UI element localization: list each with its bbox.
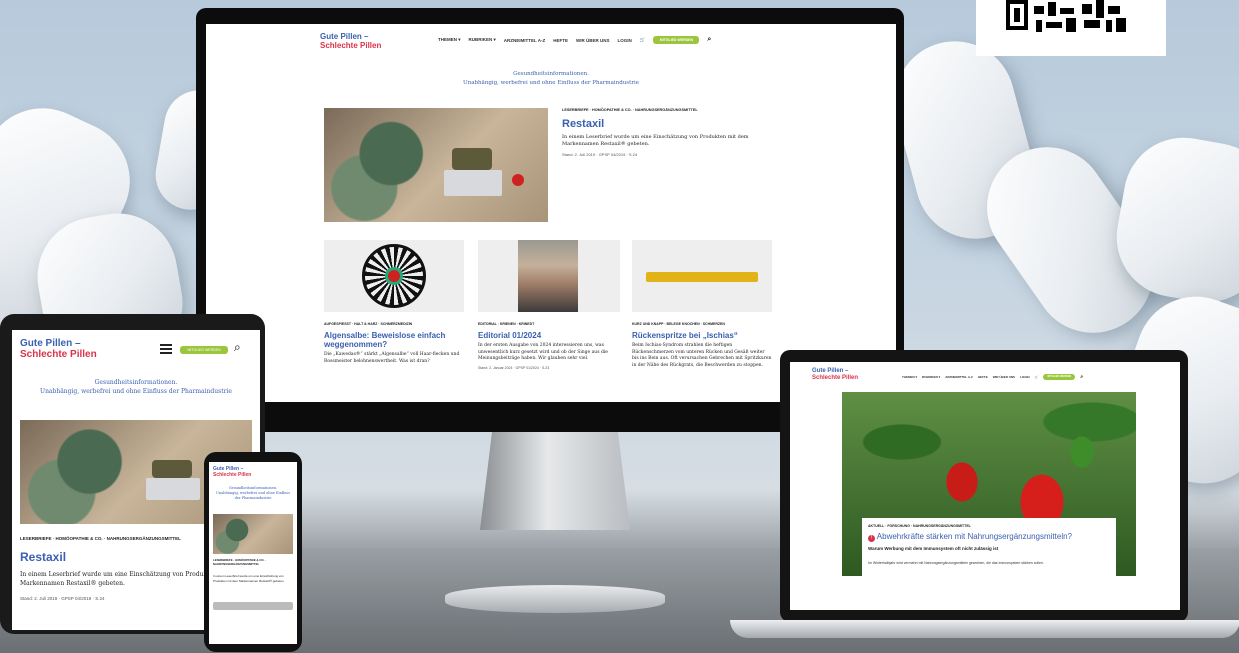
phone-screen: Gute Pillen – Schlechte Pillen Gesundhei… [209, 462, 297, 644]
laptop-nav-rubriken[interactable]: RUBRIKEN ▾ [922, 375, 940, 379]
nav-item-arzneimittel[interactable]: ARZNEIMITTEL A-Z [504, 38, 546, 43]
card-pencil[interactable]: KURZ UND KNAPP · BELEGE KNOCHEN · SCHMER… [632, 240, 772, 400]
card-2-tag: EDITORIAL · KRIENEN · KRINEDT [478, 322, 535, 326]
alert-icon: ! [868, 535, 875, 542]
card-2-title[interactable]: Editorial 01/2024 [478, 331, 620, 340]
laptop-base [730, 620, 1239, 638]
pencil-image [632, 240, 772, 312]
card-2-meta: Stand: 2. Januar 2024 · GPSP 01/2024 · S… [478, 365, 550, 370]
monitor-neck [480, 432, 630, 530]
tablet-hands-in-photo [152, 460, 192, 478]
tablet-slogan-line-2: Unabhängig, werbefrei und ohne Einfluss … [40, 388, 232, 395]
laptop-screen: Gute Pillen – Schlechte Pillen THEMEN ▾ … [790, 362, 1180, 610]
phone-logo-line-2: Schlechte Pillen [213, 472, 252, 478]
laptop-logo[interactable]: Gute Pillen – Schlechte Pillen [812, 368, 858, 382]
slogan-line-1: Gesundheitsinformationen. [513, 71, 589, 77]
qr-code-icon [1006, 0, 1126, 32]
card-dartboard[interactable]: AUFGESPIESST · HALT & HARZ · SCHMERZMEDI… [324, 240, 464, 400]
tablet-slogan-line-1: Gesundheitsinformationen. [94, 379, 178, 386]
hands-in-photo [452, 148, 492, 170]
main-nav: THEMEN ▾ RUBRIKEN ▾ ARZNEIMITTEL A-Z HEF… [438, 36, 711, 44]
card-1-title[interactable]: Algensalbe: Beweislose einfach weggenomm… [324, 331, 464, 349]
tablet-meta: Stand: 2. Juli 2019 · GPSP 04/2019 · S.2… [20, 596, 105, 601]
laptop-search-icon[interactable]: ⌕ [1080, 374, 1083, 380]
tablet-search-icon[interactable]: ⌕ [234, 340, 241, 355]
slogan: Gesundheitsinformationen. Unabhängig, we… [346, 70, 756, 88]
card-3-tag: KURZ UND KNAPP · BELEGE KNOCHEN · SCHMER… [632, 322, 725, 326]
dartboard-icon [362, 244, 426, 308]
hamburger-icon[interactable] [160, 344, 172, 354]
featured-title[interactable]: Restaxil [562, 118, 772, 130]
nav-item-themen[interactable]: THEMEN ▾ [438, 37, 461, 43]
portrait-image [478, 240, 620, 312]
phone-tag: LESERBRIEFE · HOMÖOPATHIE & CO. · NAHRUN… [213, 558, 267, 566]
laptop-nav-themen[interactable]: THEMEN ▾ [902, 375, 917, 379]
nav-item-login[interactable]: LOGIN [618, 38, 632, 43]
laptop-tag: AKTUELL · FORSCHUNG · NAHRUNGSERGÄNZUNGS… [868, 524, 971, 528]
laptop-nav-wir[interactable]: WIR ÜBER UNS [993, 375, 1015, 379]
tablet-logo-line-2: Schlechte Pillen [20, 349, 97, 360]
logo-line-2: Schlechte Pillen [320, 41, 382, 50]
laptop-member-button[interactable]: MITGLIED WERDEN [1043, 374, 1076, 380]
portrait-photo [518, 240, 578, 312]
tablet-logo[interactable]: Gute Pillen – Schlechte Pillen [20, 338, 97, 360]
featured-text: LESERBRIEFE · HOMÖOPATHIE & CO. · NAHRUN… [562, 108, 772, 157]
featured-image[interactable] [324, 108, 548, 222]
tablet-logo-line-1: Gute Pillen – [20, 338, 81, 349]
monitor-base [445, 585, 665, 613]
cup-in-photo [512, 174, 524, 186]
phone-slogan: Gesundheitsinformationen. Unabhängig, we… [213, 486, 293, 501]
nav-item-wir-ueber-uns[interactable]: WIR ÜBER UNS [576, 38, 610, 43]
phone-featured-image[interactable] [213, 514, 293, 554]
laptop-nav-hefte[interactable]: HEFTE [978, 375, 988, 379]
laptop-in-photo [444, 170, 502, 196]
nav-item-hefte[interactable]: HEFTE [553, 38, 568, 43]
laptop-subtitle: Warum Werbung mit dem Immunsystem oft ni… [868, 546, 999, 551]
featured-excerpt: In einem Leserbrief wurde um eine Einsch… [562, 134, 749, 147]
card-3-title[interactable]: Rückenspritze bei „Ischias“ [632, 331, 772, 340]
cart-icon[interactable]: 🛒 [640, 37, 646, 43]
card-1-excerpt: Die „Kawedas®“ stärkt „Algensalbe“ voll … [324, 352, 460, 364]
laptop-title-text: Abwehrkräfte stärken mit Nahrungsergänzu… [876, 532, 1072, 541]
desktop-screen: Gute Pillen – Schlechte Pillen THEMEN ▾ … [206, 24, 896, 402]
site-logo[interactable]: Gute Pillen – Schlechte Pillen [320, 32, 381, 50]
tablet-member-button[interactable]: MITGLIED WERDEN [180, 346, 228, 354]
slogan-line-2: Unabhängig, werbefrei und ohne Einfluss … [463, 80, 639, 86]
dartboard-image [324, 240, 464, 312]
phone-logo[interactable]: Gute Pillen – Schlechte Pillen [213, 466, 251, 478]
laptop-logo-line-2: Schlechte Pillen [812, 375, 859, 381]
member-button[interactable]: MITGLIED WERDEN [653, 36, 700, 44]
search-icon[interactable]: ⌕ [707, 36, 711, 44]
card-editorial[interactable]: EDITORIAL · KRIENEN · KRINEDT Editorial … [478, 240, 620, 400]
card-3-excerpt: Beim Ischias-Syndrom strahlen die heftig… [632, 343, 772, 368]
pencil-icon [646, 272, 758, 282]
phone-bottom-bar[interactable] [213, 602, 293, 610]
nav-item-rubriken[interactable]: RUBRIKEN ▾ [469, 37, 496, 43]
qr-code [976, 0, 1166, 56]
laptop-article-panel: AKTUELL · FORSCHUNG · NAHRUNGSERGÄNZUNGS… [862, 518, 1116, 610]
site-header: Gute Pillen – Schlechte Pillen THEMEN ▾ … [320, 32, 800, 58]
featured-tag: LESERBRIEFE · HOMÖOPATHIE & CO. · NAHRUN… [562, 108, 698, 112]
laptop-cart-icon[interactable]: 🛒 [1035, 375, 1039, 379]
phone-excerpt: In einem Leserbrief wurde um eine Einsch… [213, 574, 285, 583]
laptop-nav: THEMEN ▾ RUBRIKEN ▾ ARZNEIMITTEL A-Z HEF… [902, 374, 1083, 380]
laptop-excerpt: Im Winterhalbjahr wird vermehrt mit Nahr… [868, 561, 1044, 565]
tablet-title[interactable]: Restaxil [20, 550, 66, 564]
laptop-nav-login[interactable]: LOGIN [1020, 375, 1030, 379]
laptop-logo-line-1: Gute Pillen – [812, 368, 849, 374]
card-2-excerpt: In der ersten Ausgabe von 2024 interessi… [478, 343, 608, 361]
laptop-title[interactable]: ! Abwehrkräfte stärken mit Nahrungsergän… [868, 532, 1110, 542]
logo-line-1: Gute Pillen – [320, 32, 369, 41]
card-1-tag: AUFGESPIESST · HALT & HARZ · SCHMERZMEDI… [324, 322, 413, 326]
tablet-laptop-in-photo [146, 478, 200, 500]
laptop-nav-arzneimittel[interactable]: ARZNEIMITTEL A-Z [945, 375, 973, 379]
tablet-slogan: Gesundheitsinformationen. Unabhängig, we… [20, 378, 252, 396]
phone-slogan-line-2: Unabhängig, werbefrei und ohne Einfluss … [215, 491, 291, 500]
featured-meta: Stand: 2. Juli 2019 · GPSP 04/2019 · S.2… [562, 152, 638, 157]
